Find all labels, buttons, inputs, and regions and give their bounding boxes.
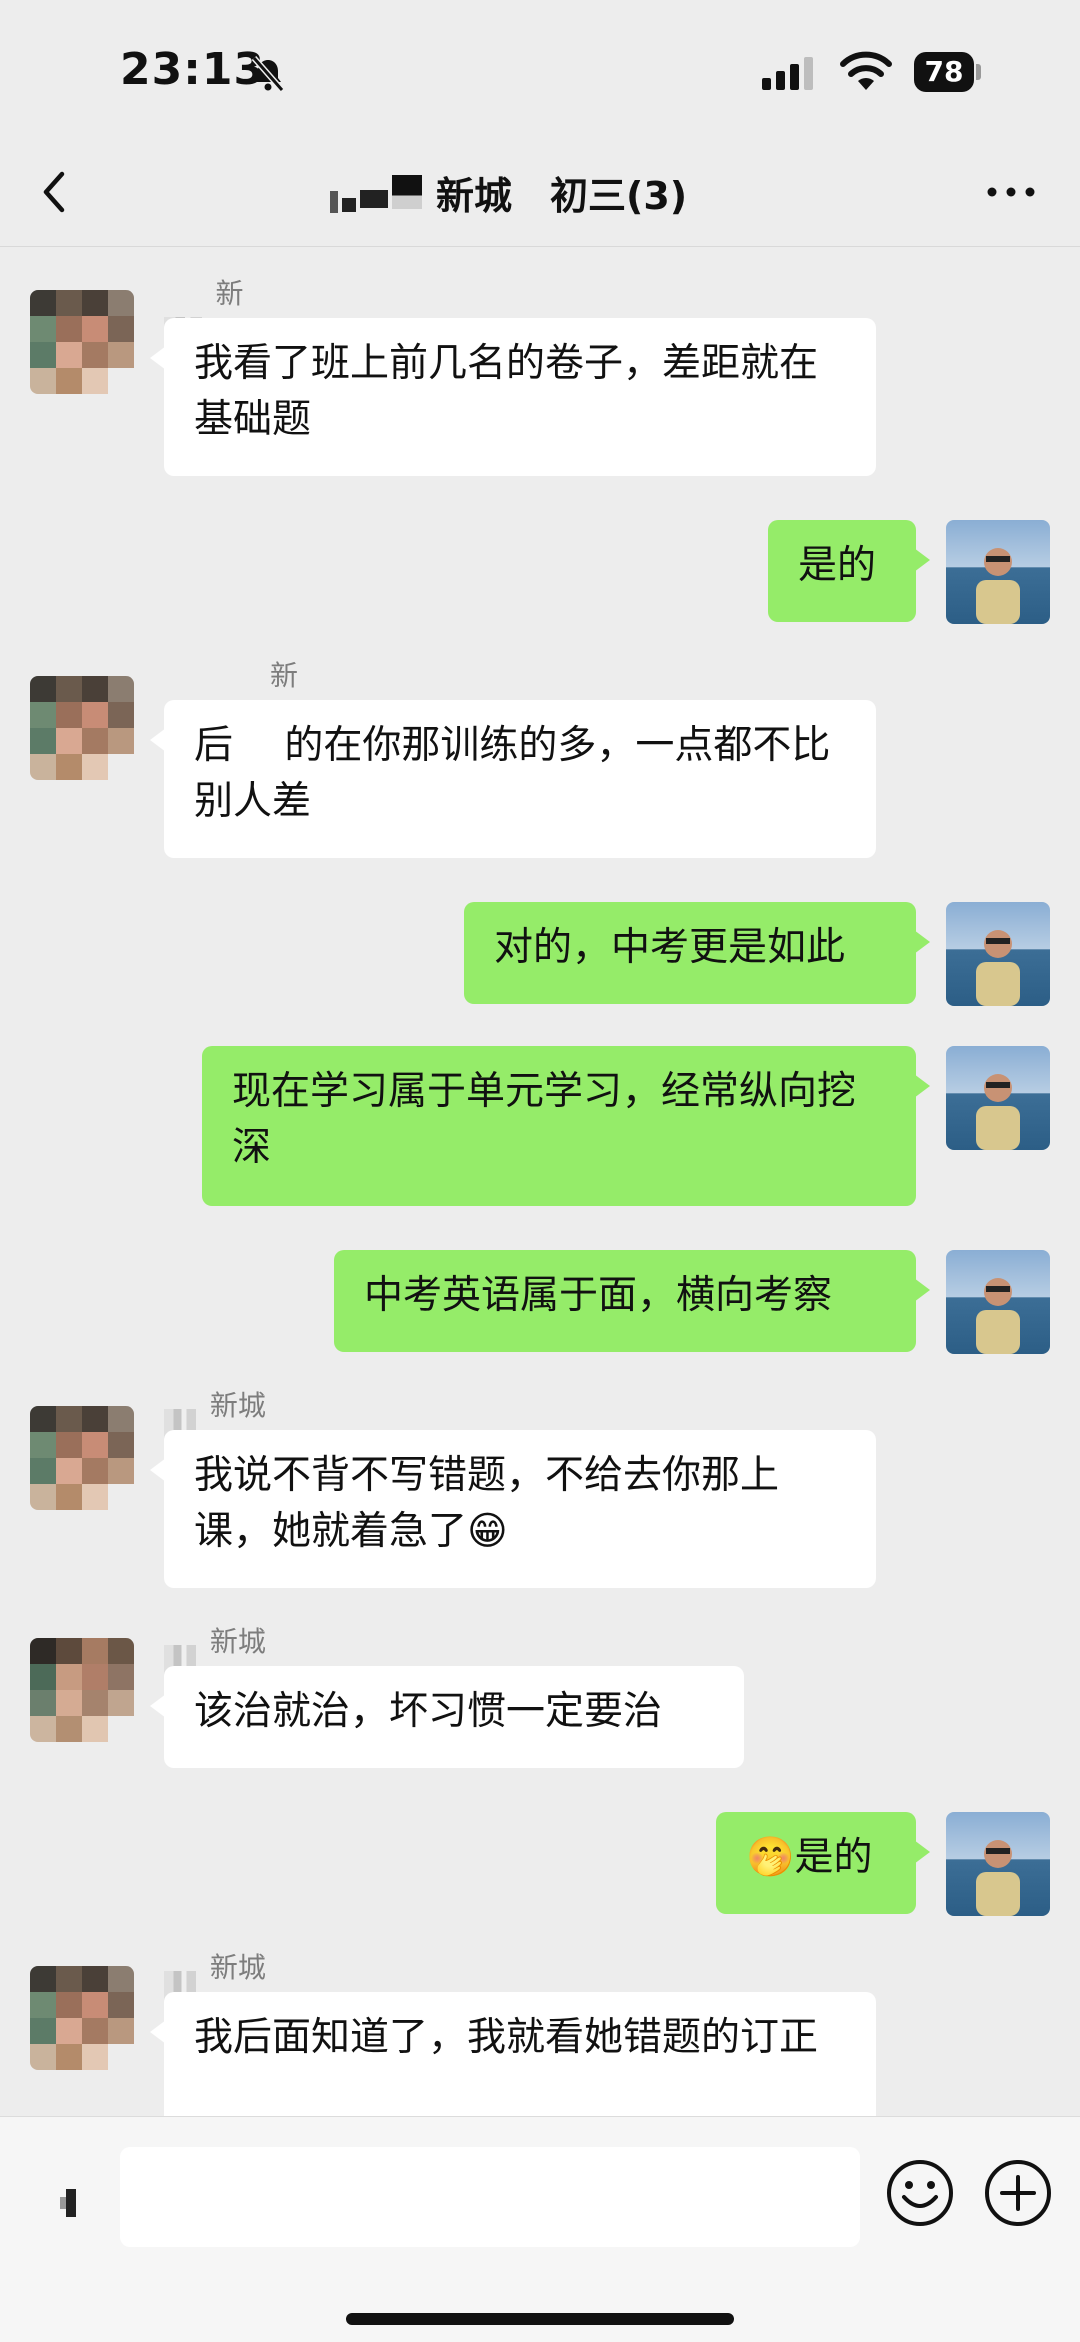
message-bubble[interactable]: 🤭是的 (716, 1812, 930, 1914)
chat-title-area[interactable]: 新城 初三(3) (330, 162, 687, 222)
status-time: 23:13 (120, 44, 266, 95)
sender-avatar[interactable] (30, 1406, 134, 1510)
message-bubble[interactable]: 我看了班上前几名的卷子，差距就在基础题 (150, 318, 876, 476)
input-bar (0, 2116, 1080, 2342)
my-avatar[interactable] (946, 1046, 1050, 1150)
back-arrow-icon[interactable] (26, 160, 90, 224)
my-avatar[interactable] (946, 1812, 1050, 1916)
person-photo-icon (976, 548, 1020, 624)
person-photo-icon (976, 1278, 1020, 1354)
chat-header: 新城 初三(3) (0, 140, 1080, 247)
message-bubble[interactable]: 对的，中考更是如此 (464, 902, 930, 1004)
person-photo-icon (976, 930, 1020, 1006)
status-bar: 23:13 78 (0, 0, 1080, 140)
battery-indicator: 78 (914, 52, 981, 92)
my-avatar[interactable] (946, 1250, 1050, 1354)
voice-icon[interactable] (30, 2167, 100, 2237)
signal-icon (762, 57, 813, 90)
redacted-name (330, 171, 422, 213)
message-bubble[interactable]: 后 的在你那训练的多，一点都不比别人差 (150, 700, 876, 858)
sender-avatar[interactable] (30, 290, 134, 394)
message-input[interactable] (120, 2147, 860, 2247)
message-bubble[interactable]: 中考英语属于面，横向考察 (334, 1250, 930, 1352)
message-bubble[interactable]: 是的 (768, 520, 930, 622)
more-dots-icon[interactable] (978, 160, 1044, 224)
my-avatar[interactable] (946, 902, 1050, 1006)
message-bubble[interactable]: 该治就治，坏习惯一定要治 (150, 1666, 744, 1768)
sender-avatar[interactable] (30, 1638, 134, 1742)
message-bubble[interactable]: 现在学习属于单元学习，经常纵向挖深 (202, 1046, 930, 1206)
plus-icon[interactable] (982, 2157, 1054, 2229)
my-avatar[interactable] (946, 520, 1050, 624)
wifi-icon (840, 51, 892, 90)
sender-avatar[interactable] (30, 1966, 134, 2070)
person-photo-icon (976, 1074, 1020, 1150)
home-indicator (346, 2313, 734, 2325)
mute-icon (251, 56, 285, 92)
message-bubble[interactable]: 我说不背不写错题，不给去你那上课，她就着急了😁 (150, 1430, 876, 1588)
person-photo-icon (976, 1840, 1020, 1916)
battery-level: 78 (914, 52, 974, 92)
chat-title: 新城 初三(3) (436, 173, 688, 218)
emoji-icon[interactable] (884, 2157, 956, 2229)
sender-avatar[interactable] (30, 676, 134, 780)
